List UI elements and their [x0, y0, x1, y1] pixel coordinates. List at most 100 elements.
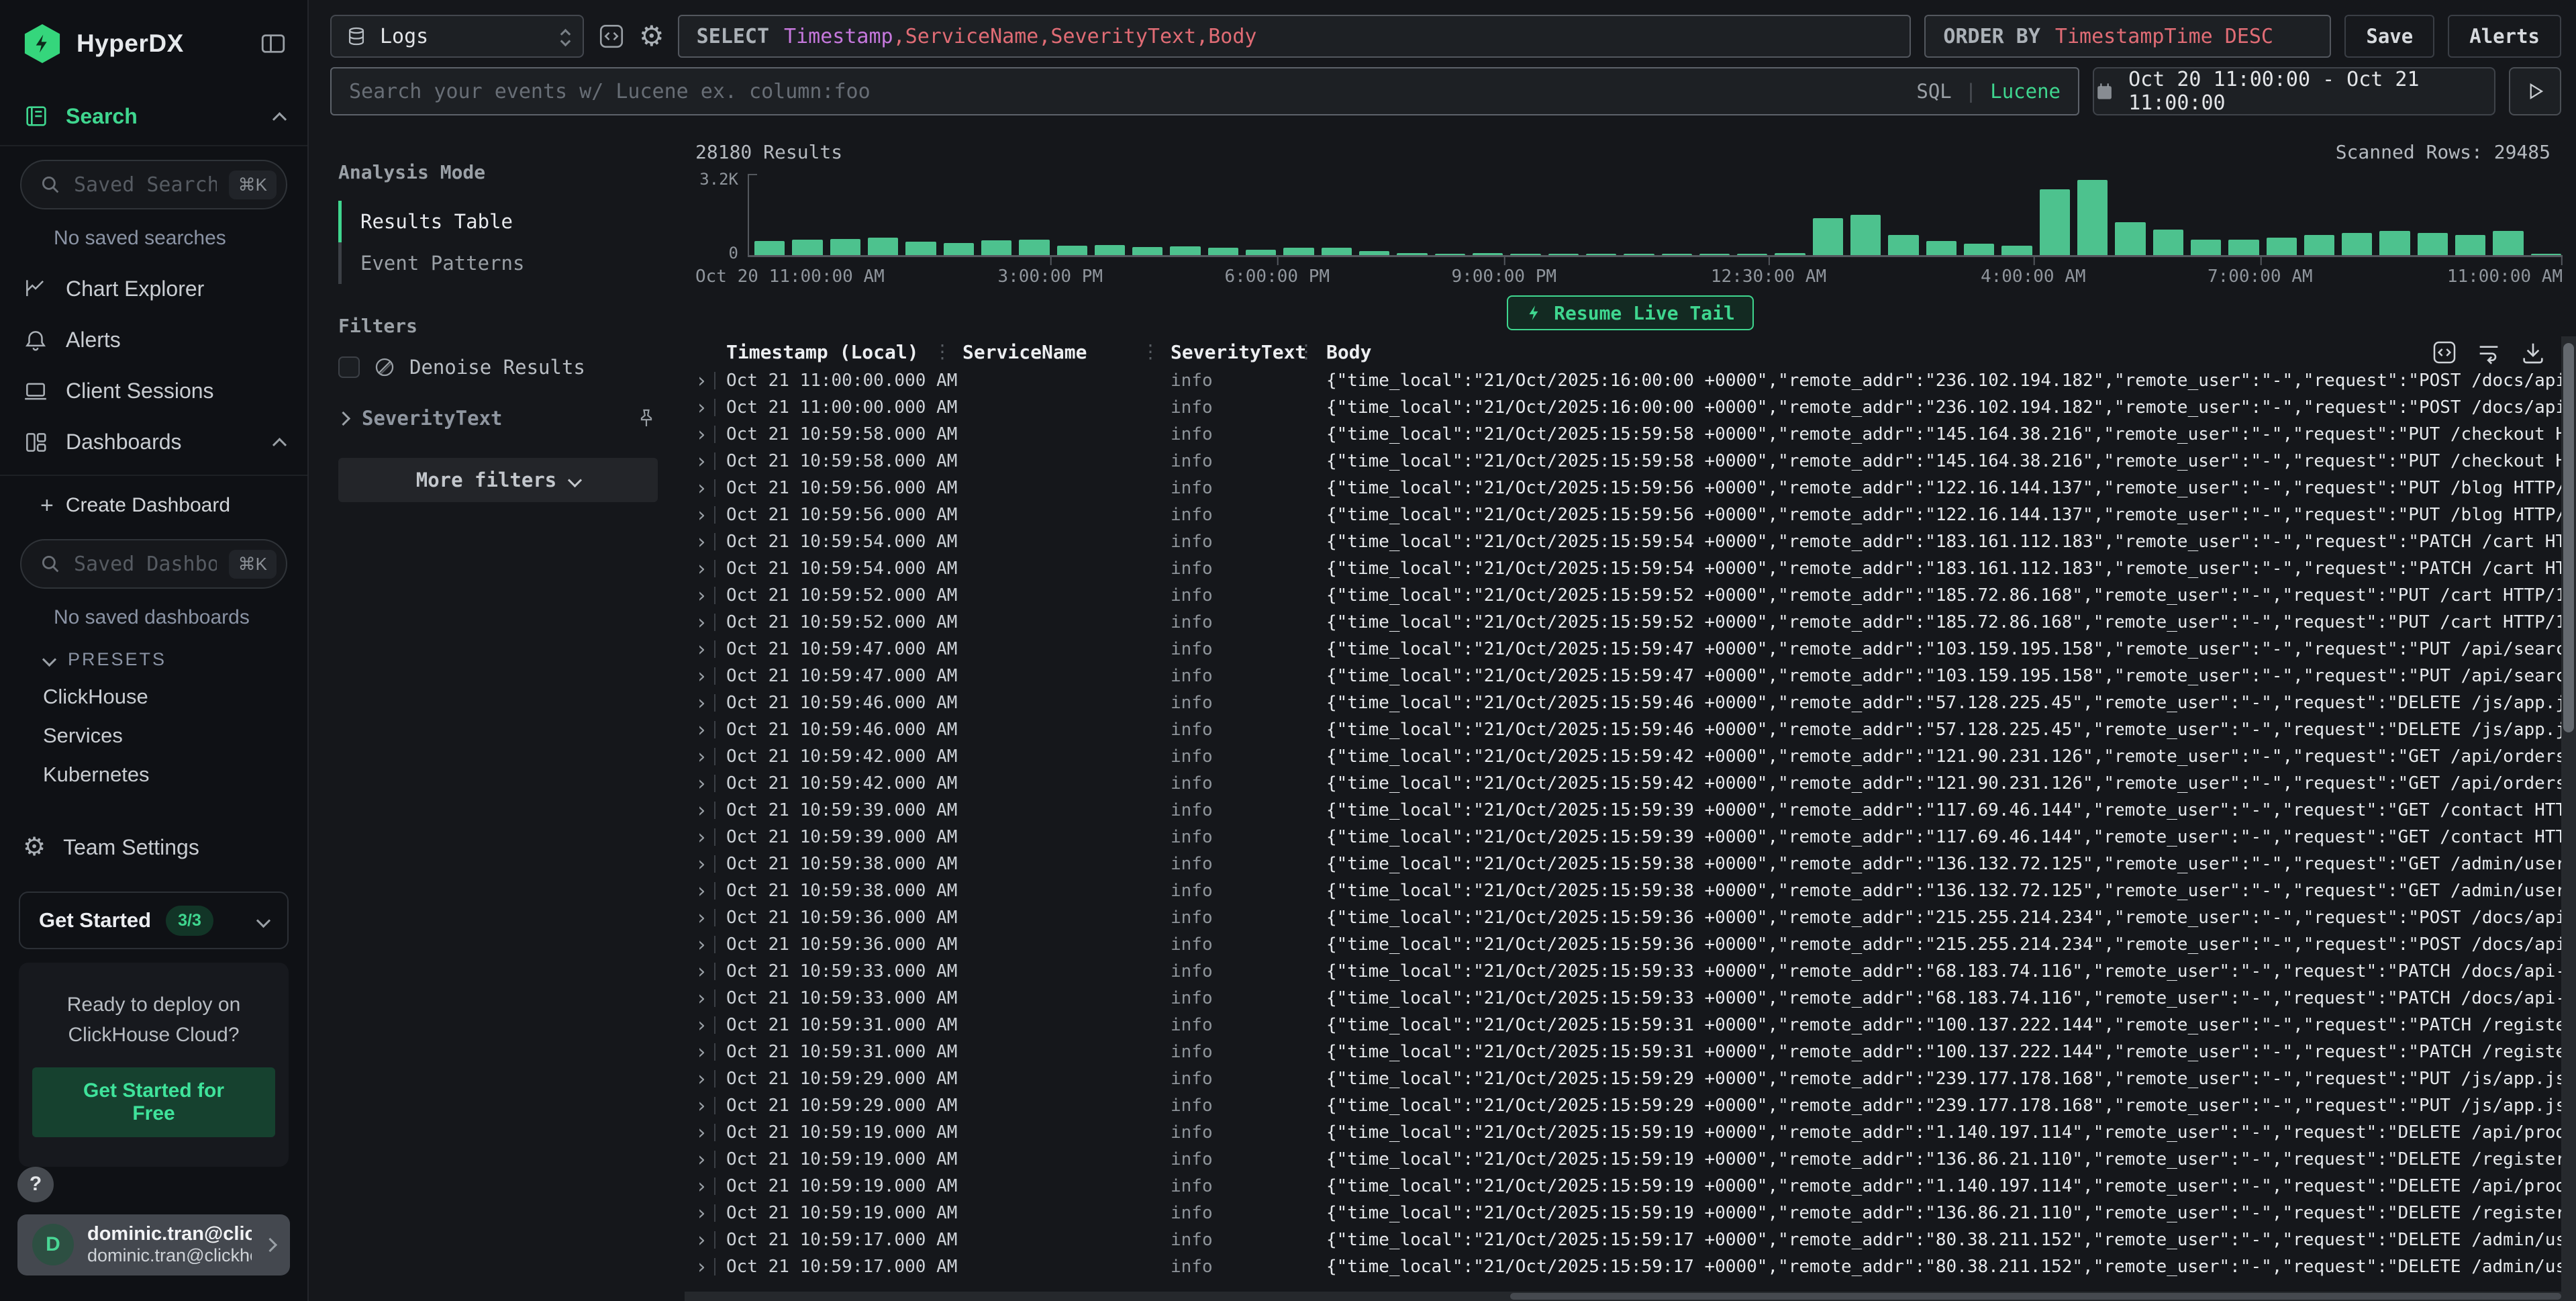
row-expand-icon[interactable]: ›	[695, 477, 714, 500]
preset-item-services[interactable]: Services	[0, 724, 307, 748]
histogram-bar[interactable]	[2077, 180, 2108, 255]
histogram-bar[interactable]	[754, 241, 785, 255]
create-dashboard-button[interactable]: + Create Dashboard	[0, 485, 307, 526]
query-settings-button[interactable]: ⚙	[639, 22, 664, 50]
preset-item-kubernetes[interactable]: Kubernetes	[0, 763, 307, 787]
histogram-bar[interactable]	[2228, 240, 2259, 255]
time-range-picker[interactable]: Oct 20 11:00:00 - Oct 21 11:00:00	[2093, 67, 2495, 115]
help-button[interactable]: ?	[17, 1167, 54, 1202]
histogram-bar[interactable]	[2153, 230, 2183, 255]
row-expand-icon[interactable]: ›	[695, 1255, 714, 1279]
table-row[interactable]: ›Oct 21 10:59:19.000 AMinfo{"time_local"…	[685, 1146, 2561, 1173]
row-expand-icon[interactable]: ›	[695, 906, 714, 930]
row-expand-icon[interactable]: ›	[695, 799, 714, 822]
row-expand-icon[interactable]: ›	[695, 718, 714, 742]
more-filters-button[interactable]: More filters	[338, 458, 658, 502]
sidebar-item-chart-explorer[interactable]: Chart Explorer	[0, 267, 307, 310]
histogram-bar[interactable]	[2191, 240, 2221, 255]
row-expand-icon[interactable]: ›	[695, 423, 714, 446]
table-row[interactable]: ›Oct 21 10:59:36.000 AMinfo{"time_local"…	[685, 904, 2561, 931]
table-row[interactable]: ›Oct 21 10:59:33.000 AMinfo{"time_local"…	[685, 958, 2561, 985]
row-expand-icon[interactable]: ›	[695, 1175, 714, 1198]
row-expand-icon[interactable]: ›	[695, 396, 714, 420]
histogram-bar[interactable]	[2379, 231, 2410, 255]
column-grip-icon[interactable]: ⋮	[1141, 342, 1160, 361]
download-icon[interactable]	[2520, 339, 2546, 366]
row-expand-icon[interactable]: ›	[695, 1014, 714, 1037]
saved-dashboards-field[interactable]	[74, 552, 217, 576]
col-servicename[interactable]: ServiceName⋮	[962, 341, 1171, 363]
col-body[interactable]: Body	[1326, 341, 2428, 363]
row-expand-icon[interactable]: ›	[695, 1202, 714, 1225]
sidebar-item-client-sessions[interactable]: Client Sessions	[0, 370, 307, 413]
table-row[interactable]: ›Oct 21 10:59:19.000 AMinfo{"time_local"…	[685, 1119, 2561, 1146]
sidebar-item-team-settings[interactable]: ⚙ Team Settings	[0, 826, 307, 869]
column-grip-icon[interactable]: ⋮	[933, 342, 952, 361]
mode-event-patterns[interactable]: Event Patterns	[338, 242, 658, 284]
histogram-bar[interactable]	[1170, 246, 1200, 255]
table-row[interactable]: ›Oct 21 10:59:56.000 AMinfo{"time_local"…	[685, 501, 2561, 528]
sql-mode-toggle[interactable]: SQL	[1916, 80, 1951, 103]
table-row[interactable]: ›Oct 21 10:59:29.000 AMinfo{"time_local"…	[685, 1065, 2561, 1092]
denoise-checkbox[interactable]	[338, 356, 360, 378]
histogram-plot[interactable]	[748, 174, 2563, 257]
table-row[interactable]: ›Oct 21 10:59:31.000 AMinfo{"time_local"…	[685, 1012, 2561, 1039]
table-row[interactable]: ›Oct 21 10:59:19.000 AMinfo{"time_local"…	[685, 1173, 2561, 1200]
histogram-bar[interactable]	[2115, 222, 2145, 255]
table-row[interactable]: ›Oct 21 10:59:52.000 AMinfo{"time_local"…	[685, 582, 2561, 609]
histogram-bar[interactable]	[2418, 233, 2448, 255]
row-expand-icon[interactable]: ›	[695, 638, 714, 661]
row-expand-icon[interactable]: ›	[695, 450, 714, 473]
table-row[interactable]: ›Oct 21 10:59:47.000 AMinfo{"time_local"…	[685, 663, 2561, 689]
histogram-bar[interactable]	[2342, 233, 2372, 255]
row-expand-icon[interactable]: ›	[695, 879, 714, 903]
histogram-bar[interactable]	[1926, 241, 1956, 255]
chevron-up-icon[interactable]	[273, 438, 287, 452]
alerts-button[interactable]: Alerts	[2448, 15, 2561, 58]
histogram-bar[interactable]	[792, 240, 822, 255]
row-expand-icon[interactable]: ›	[695, 933, 714, 957]
sidebar-item-alerts[interactable]: Alerts	[0, 319, 307, 362]
row-expand-icon[interactable]: ›	[695, 1094, 714, 1118]
row-expand-icon[interactable]: ›	[695, 960, 714, 983]
table-row[interactable]: ›Oct 21 10:59:47.000 AMinfo{"time_local"…	[685, 636, 2561, 663]
order-by-input[interactable]: ORDER BY TimestampTime DESC	[1924, 15, 2331, 58]
histogram-bar[interactable]	[868, 238, 898, 255]
histogram-bar[interactable]	[1057, 246, 1087, 255]
wrap-lines-icon[interactable]	[2475, 339, 2502, 366]
histogram-bar[interactable]	[1888, 235, 1918, 255]
col-timestamp[interactable]: Timestamp (Local)⋮	[726, 341, 962, 363]
preset-item-clickhouse[interactable]: ClickHouse	[0, 685, 307, 709]
denoise-results-option[interactable]: Denoise Results	[338, 356, 658, 379]
saved-searches-field[interactable]	[74, 173, 217, 197]
row-expand-icon[interactable]: ›	[695, 691, 714, 715]
table-row[interactable]: ›Oct 21 10:59:46.000 AMinfo{"time_local"…	[685, 716, 2561, 743]
table-row[interactable]: ›Oct 21 10:59:58.000 AMinfo{"time_local"…	[685, 448, 2561, 475]
histogram-bar[interactable]	[2267, 238, 2297, 255]
resume-live-tail-button[interactable]: Resume Live Tail	[1507, 295, 1754, 330]
histogram-bar[interactable]	[2304, 235, 2334, 255]
table-row[interactable]: ›Oct 21 10:59:39.000 AMinfo{"time_local"…	[685, 824, 2561, 851]
event-search-input[interactable]	[349, 80, 1907, 103]
table-row[interactable]: ›Oct 21 10:59:29.000 AMinfo{"time_local"…	[685, 1092, 2561, 1119]
histogram-bar[interactable]	[1208, 248, 1238, 255]
sidebar-item-search[interactable]: Search	[0, 98, 307, 134]
table-row[interactable]: ›Oct 21 10:59:42.000 AMinfo{"time_local"…	[685, 743, 2561, 770]
table-row[interactable]: ›Oct 21 10:59:42.000 AMinfo{"time_local"…	[685, 770, 2561, 797]
run-query-button[interactable]	[2509, 67, 2561, 115]
histogram-bar[interactable]	[1322, 248, 1352, 255]
table-row[interactable]: ›Oct 21 10:59:54.000 AMinfo{"time_local"…	[685, 528, 2561, 555]
histogram-bar[interactable]	[981, 240, 1011, 255]
histogram-bar[interactable]	[1850, 215, 1881, 256]
table-row[interactable]: ›Oct 21 10:59:39.000 AMinfo{"time_local"…	[685, 797, 2561, 824]
table-row[interactable]: ›Oct 21 10:59:17.000 AMinfo{"time_local"…	[685, 1226, 2561, 1253]
source-select[interactable]: Logs	[330, 15, 584, 58]
row-expand-icon[interactable]: ›	[695, 665, 714, 688]
row-expand-icon[interactable]: ›	[695, 987, 714, 1010]
facet-severitytext[interactable]: SeverityText	[338, 407, 658, 430]
user-menu[interactable]: D dominic.tran@clic... dominic.tran@clic…	[17, 1214, 290, 1275]
histogram-bar[interactable]	[2455, 235, 2485, 255]
mode-results-table[interactable]: Results Table	[338, 201, 658, 242]
row-expand-icon[interactable]: ›	[695, 503, 714, 527]
histogram-bar[interactable]	[1132, 247, 1162, 255]
